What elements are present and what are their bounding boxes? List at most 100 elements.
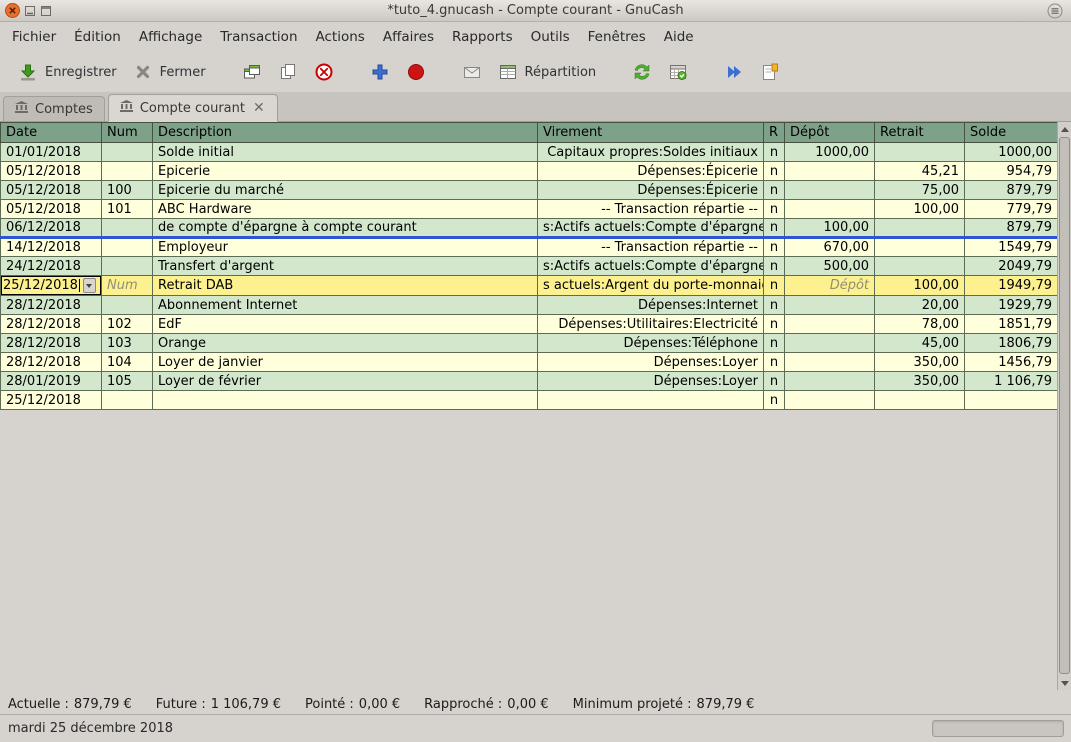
cell-num[interactable] [102,219,153,238]
cell-withdrawal[interactable]: 100,00 [875,276,965,296]
cell-balance[interactable]: 879,79 [965,181,1058,200]
cell-description[interactable]: Abonnement Internet [153,296,538,315]
cell-num[interactable] [102,143,153,162]
cell-deposit[interactable] [785,162,875,181]
close-tab-button[interactable]: Fermer [125,57,214,87]
cell-transfer[interactable]: Dépenses:Utilitaires:Electricité [538,315,764,334]
cell-deposit[interactable] [785,334,875,353]
cell-transfer[interactable]: Dépenses:Téléphone [538,334,764,353]
register-row-editing[interactable]: 25/12/2018NumRetrait DABs actuels:Argent… [1,276,1058,296]
duplicate-transaction-button[interactable] [234,57,270,87]
cell-withdrawal[interactable]: 100,00 [875,200,965,219]
cell-deposit[interactable] [785,315,875,334]
cell-balance[interactable]: 879,79 [965,219,1058,238]
menu-item-aide[interactable]: Aide [655,22,703,52]
register-row[interactable]: 14/12/2018Employeur-- Transaction répart… [1,238,1058,257]
cell-balance[interactable]: 1549,79 [965,238,1058,257]
register-row[interactable]: 05/12/2018101ABC Hardware-- Transaction … [1,200,1058,219]
cell-r[interactable]: n [764,353,785,372]
register-row[interactable]: 25/12/2018 n [1,391,1058,410]
menu-item-affichage[interactable]: Affichage [130,22,211,52]
cell-num[interactable] [102,162,153,181]
menu-item-fenetres[interactable]: Fenêtres [579,22,655,52]
vertical-scrollbar[interactable] [1057,122,1071,690]
cell-withdrawal[interactable]: 45,21 [875,162,965,181]
cell-description[interactable]: Solde initial [153,143,538,162]
register-row[interactable]: 28/12/2018102EdFDépenses:Utilitaires:Ele… [1,315,1058,334]
cell-transfer[interactable]: s:Actifs actuels:Compte d'épargne [538,219,764,238]
tab-close-icon[interactable]: ✕ [252,101,266,115]
menu-item-rapports[interactable]: Rapports [443,22,522,52]
cell-deposit[interactable]: 500,00 [785,257,875,276]
cell-r[interactable]: n [764,162,785,181]
cell-r[interactable]: n [764,181,785,200]
cell-deposit[interactable] [785,296,875,315]
cell-withdrawal[interactable]: 75,00 [875,181,965,200]
cell-description[interactable]: Orange [153,334,538,353]
tab-comptes[interactable]: Comptes [3,96,105,121]
cell-deposit[interactable] [785,181,875,200]
column-header-description[interactable]: Description [153,123,538,143]
window-menu-button[interactable] [1047,3,1063,19]
cell-withdrawal[interactable] [875,219,965,238]
cell-deposit[interactable] [785,391,875,410]
scrollbar-thumb[interactable] [1059,137,1070,674]
cell-date[interactable]: 24/12/2018 [1,257,102,276]
cell-date[interactable]: 25/12/2018 [1,391,102,410]
cell-r[interactable]: n [764,143,785,162]
menu-item-outils[interactable]: Outils [522,22,579,52]
cell-num[interactable]: 101 [102,200,153,219]
cell-withdrawal[interactable] [875,238,965,257]
cell-deposit[interactable] [785,353,875,372]
cell-withdrawal[interactable] [875,143,965,162]
cell-description[interactable]: Employeur [153,238,538,257]
column-header-date[interactable]: Date [1,123,102,143]
menu-item-actions[interactable]: Actions [307,22,374,52]
cell-transfer[interactable]: s actuels:Argent du porte-monnaie [538,276,764,296]
transfer-button[interactable] [624,57,660,87]
cell-description[interactable]: ABC Hardware [153,200,538,219]
cell-balance[interactable]: 1949,79 [965,276,1058,296]
cell-r[interactable]: n [764,219,785,238]
record-transaction-button[interactable] [398,57,434,87]
cell-deposit[interactable]: 670,00 [785,238,875,257]
cell-r[interactable]: n [764,257,785,276]
cell-description[interactable]: Transfert d'argent [153,257,538,276]
cell-num[interactable] [102,296,153,315]
cell-transfer[interactable]: Capitaux propres:Soldes initiaux [538,143,764,162]
cell-r[interactable]: n [764,315,785,334]
register-row[interactable]: 05/12/2018EpicerieDépenses:Épicerien45,2… [1,162,1058,181]
mail-button[interactable] [454,57,490,87]
register-row[interactable]: 28/12/2018103OrangeDépenses:Téléphonen45… [1,334,1058,353]
cell-withdrawal[interactable]: 350,00 [875,372,965,391]
cell-transfer[interactable] [538,391,764,410]
cell-balance[interactable]: 779,79 [965,200,1058,219]
cell-date[interactable]: 05/12/2018 [1,181,102,200]
cell-description[interactable]: Epicerie [153,162,538,181]
cell-date[interactable]: 06/12/2018 [1,219,102,238]
cell-num[interactable]: 100 [102,181,153,200]
column-header-num[interactable]: Num [102,123,153,143]
cell-withdrawal[interactable]: 350,00 [875,353,965,372]
cell-description[interactable]: Retrait DAB [153,276,538,296]
cell-withdrawal[interactable]: 78,00 [875,315,965,334]
cell-date[interactable]: 05/12/2018 [1,200,102,219]
cell-r[interactable]: n [764,391,785,410]
menu-item-affaires[interactable]: Affaires [374,22,443,52]
cell-date[interactable]: 01/01/2018 [1,143,102,162]
cell-transfer[interactable]: Dépenses:Internet [538,296,764,315]
cell-num[interactable] [102,391,153,410]
cell-date[interactable]: 28/01/2019 [1,372,102,391]
cell-description[interactable]: Epicerie du marché [153,181,538,200]
menu-item-edition[interactable]: Édition [65,22,130,52]
cell-date[interactable]: 28/12/2018 [1,353,102,372]
column-header-solde[interactable]: Solde [965,123,1058,143]
cell-balance[interactable]: 1456,79 [965,353,1058,372]
blank-transaction-button[interactable] [362,57,398,87]
cell-r[interactable]: n [764,334,785,353]
save-button[interactable]: Enregistrer [10,57,125,87]
cell-transfer[interactable]: Dépenses:Épicerie [538,181,764,200]
register-row[interactable]: 28/12/2018104Loyer de janvierDépenses:Lo… [1,353,1058,372]
cell-num[interactable] [102,257,153,276]
cell-description[interactable] [153,391,538,410]
